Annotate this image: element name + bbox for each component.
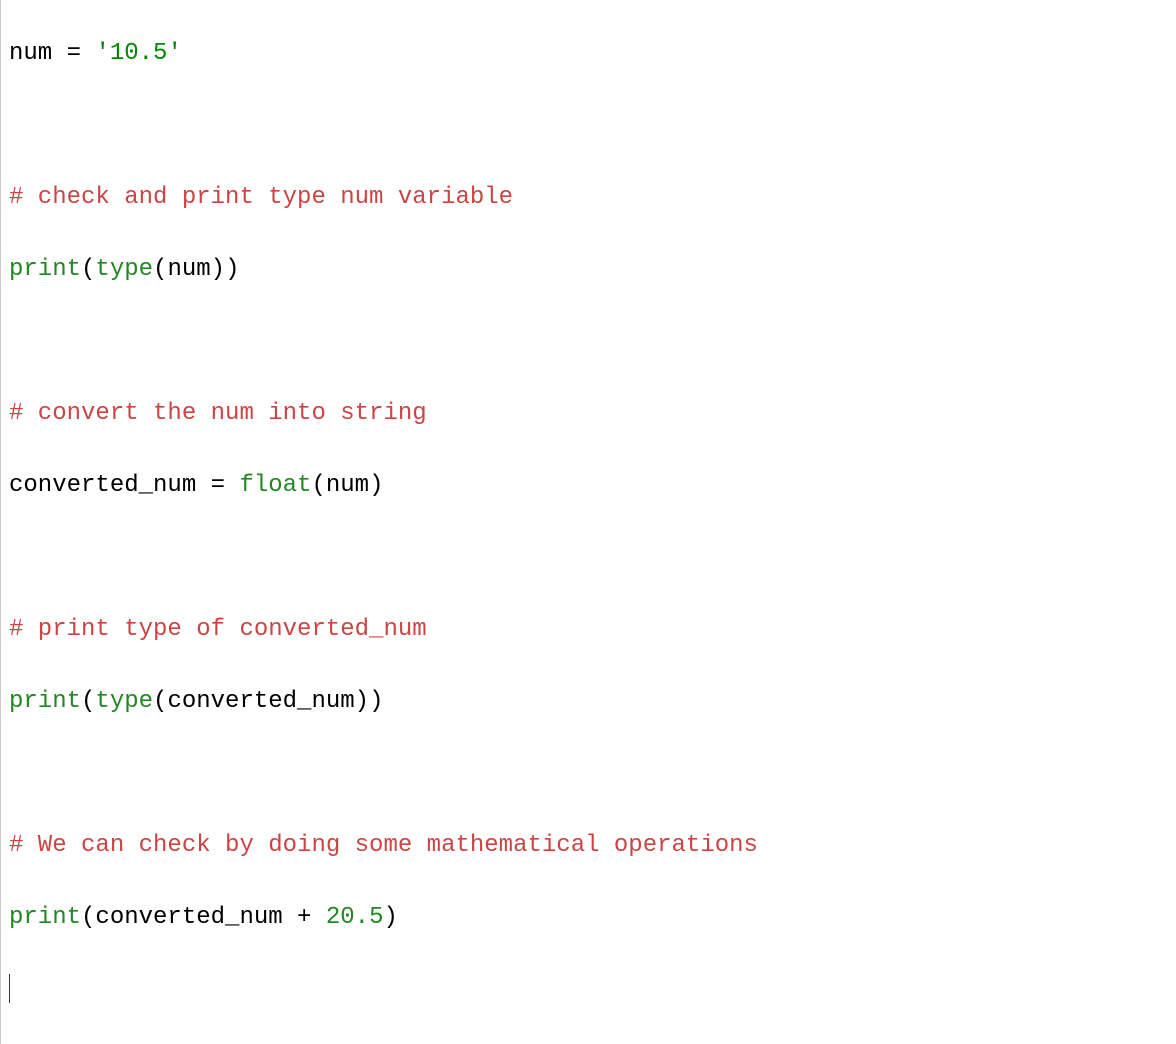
paren-open: (: [311, 472, 325, 499]
comment: # check and print type num variable: [9, 184, 513, 211]
cursor-icon: [9, 974, 10, 1003]
variable-num: num: [326, 472, 369, 499]
number-literal: 20.5: [326, 904, 384, 931]
variable-converted-num: converted_num: [167, 688, 354, 715]
code-line-6: # convert the num into string: [9, 396, 1176, 432]
code-line-1: num = '10.5': [9, 36, 1176, 72]
blank-line: [9, 324, 1176, 360]
paren-open: (: [81, 904, 95, 931]
variable-converted-num: converted_num: [9, 472, 196, 499]
builtin-float: float: [239, 472, 311, 499]
code-line-12: # We can check by doing some mathematica…: [9, 828, 1176, 864]
blank-line: [9, 540, 1176, 576]
operator-plus: +: [283, 904, 326, 931]
paren-close: ): [369, 688, 383, 715]
cursor-line: [9, 972, 1176, 1008]
paren-open: (: [153, 256, 167, 283]
paren-open: (: [81, 256, 95, 283]
paren-close: ): [383, 904, 397, 931]
code-line-9: # print type of converted_num: [9, 612, 1176, 648]
code-line-10: print(type(converted_num)): [9, 684, 1176, 720]
variable-num: num: [167, 256, 210, 283]
operator-assign: =: [196, 472, 239, 499]
builtin-type: type: [95, 688, 153, 715]
code-editor[interactable]: num = '10.5' # check and print type num …: [9, 0, 1176, 1044]
paren-close: ): [211, 256, 225, 283]
paren-close: ): [369, 472, 383, 499]
code-line-3: # check and print type num variable: [9, 180, 1176, 216]
blank-line: [9, 108, 1176, 144]
blank-line: [9, 756, 1176, 792]
comment: # We can check by doing some mathematica…: [9, 832, 758, 859]
paren-open: (: [153, 688, 167, 715]
builtin-print: print: [9, 904, 81, 931]
builtin-print: print: [9, 256, 81, 283]
variable-converted-num: converted_num: [95, 904, 282, 931]
operator-assign: =: [52, 40, 95, 67]
code-line-7: converted_num = float(num): [9, 468, 1176, 504]
code-line-4: print(type(num)): [9, 252, 1176, 288]
string-literal: '10.5': [95, 40, 181, 67]
code-line-13: print(converted_num + 20.5): [9, 900, 1176, 936]
variable-num: num: [9, 40, 52, 67]
paren-close: ): [225, 256, 239, 283]
builtin-type: type: [95, 256, 153, 283]
comment: # convert the num into string: [9, 400, 427, 427]
paren-open: (: [81, 688, 95, 715]
comment: # print type of converted_num: [9, 616, 427, 643]
paren-close: ): [355, 688, 369, 715]
builtin-print: print: [9, 688, 81, 715]
